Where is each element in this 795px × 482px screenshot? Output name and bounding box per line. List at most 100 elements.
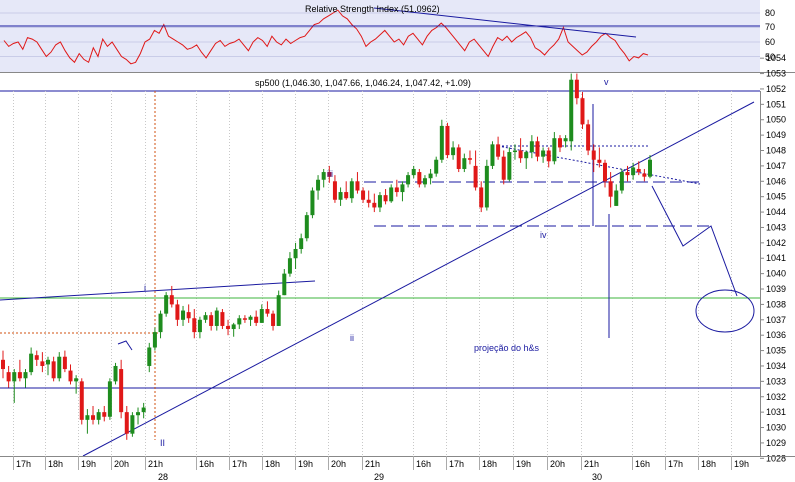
candle-body	[136, 412, 141, 416]
candle-body	[338, 192, 343, 200]
label-projection: projeção do h&s	[474, 343, 540, 353]
candle-body	[141, 407, 146, 413]
x-tick-label: 21h	[584, 459, 599, 469]
candle-body	[310, 190, 315, 216]
candle-body	[254, 316, 259, 323]
x-tick-label: 18h	[701, 459, 716, 469]
candle-body	[366, 199, 371, 203]
candle-body	[293, 249, 298, 259]
x-tick-label: 20h	[550, 459, 565, 469]
date-label: 30	[592, 472, 602, 482]
y-tick-label: 1054	[766, 53, 786, 63]
chart-canvas: Relative Strength Index (51.0962) 80 70 …	[0, 0, 795, 482]
candle-body	[147, 347, 152, 366]
wave-i-trendline	[0, 280, 316, 301]
y-tick-label: 1034	[766, 361, 786, 371]
candle-body	[428, 173, 433, 179]
y-tick-label: 1032	[766, 392, 786, 402]
candle-body	[220, 312, 225, 326]
y-tick-label: 1053	[766, 69, 786, 79]
candle-body	[74, 378, 79, 382]
candle-body	[636, 168, 641, 173]
candle-body	[237, 318, 242, 325]
candle-body	[113, 365, 118, 382]
candle-body	[226, 325, 231, 330]
candle-body	[507, 152, 512, 180]
x-tick-label: 20h	[331, 459, 346, 469]
candle-body	[62, 356, 67, 370]
candle-body	[400, 184, 405, 193]
candle-body	[417, 172, 422, 185]
candle-body	[389, 187, 394, 202]
candle-body	[580, 98, 585, 125]
y-tick-label: 1042	[766, 238, 786, 248]
candle-body	[12, 372, 17, 382]
y-tick-label: 1038	[766, 299, 786, 309]
candle-body	[181, 310, 186, 320]
candle-body	[203, 315, 208, 320]
date-label: 28	[158, 472, 168, 482]
projection-path	[651, 185, 738, 297]
x-tick-label: 18h	[48, 459, 63, 469]
candle-body	[119, 369, 124, 413]
x-tick-label: 19h	[734, 459, 749, 469]
candle-body	[169, 295, 174, 305]
y-tick-label: 1045	[766, 192, 786, 202]
candle-body	[158, 313, 163, 333]
candle-body	[46, 359, 51, 365]
candle-body	[518, 150, 523, 159]
candle-body	[355, 181, 360, 191]
x-tick-label: 19h	[81, 459, 96, 469]
label-wave-iv: iv	[540, 230, 547, 240]
candle-body	[524, 152, 529, 159]
candle-body	[29, 353, 34, 373]
candlestick-series	[1, 73, 652, 440]
candle-body	[304, 215, 309, 239]
candle-body	[316, 179, 321, 191]
candle-body	[271, 313, 276, 326]
label-wave-v: v	[604, 77, 609, 87]
candle-body	[209, 315, 214, 326]
candle-body	[197, 319, 202, 333]
candle-body	[574, 79, 579, 99]
candle-body	[473, 165, 478, 188]
x-tick-label: 17h	[668, 459, 683, 469]
candle-body	[40, 361, 45, 366]
candle-body	[563, 138, 568, 142]
candle-body	[91, 415, 96, 420]
candle-body	[51, 361, 56, 379]
candle-body	[265, 309, 270, 314]
y-tick-label: 1036	[766, 330, 786, 340]
y-tick-label: 1046	[766, 176, 786, 186]
candle-body	[614, 190, 619, 206]
candle-body	[383, 195, 388, 202]
candle-body	[214, 310, 219, 326]
candle-body	[248, 316, 253, 320]
candle-body	[372, 202, 377, 208]
y-tick-label: 1043	[766, 222, 786, 232]
y-tick-label: 1037	[766, 315, 786, 325]
candle-body	[631, 167, 636, 176]
candle-body	[456, 147, 461, 169]
candle-body	[602, 162, 607, 182]
y-tick-label: 1050	[766, 115, 786, 125]
candle-body	[586, 124, 591, 151]
candle-body	[377, 195, 382, 208]
y-tick-label: 1039	[766, 284, 786, 294]
candle-body	[552, 138, 557, 162]
y-tick-label: 1049	[766, 130, 786, 140]
candle-body	[490, 144, 495, 166]
y-tick-label: 1028	[766, 453, 786, 463]
candle-body	[541, 150, 546, 157]
x-tick-label: 16h	[199, 459, 214, 469]
x-tick-label: 17h	[16, 459, 31, 469]
candle-body	[1, 359, 5, 370]
candle-body	[349, 181, 354, 199]
candle-body	[479, 187, 484, 208]
candle-body	[344, 192, 349, 199]
candle-body	[287, 258, 292, 274]
candle-body	[467, 158, 472, 160]
candle-body	[608, 181, 613, 197]
y-tick-label: 1031	[766, 407, 786, 417]
candle-body	[411, 168, 416, 176]
